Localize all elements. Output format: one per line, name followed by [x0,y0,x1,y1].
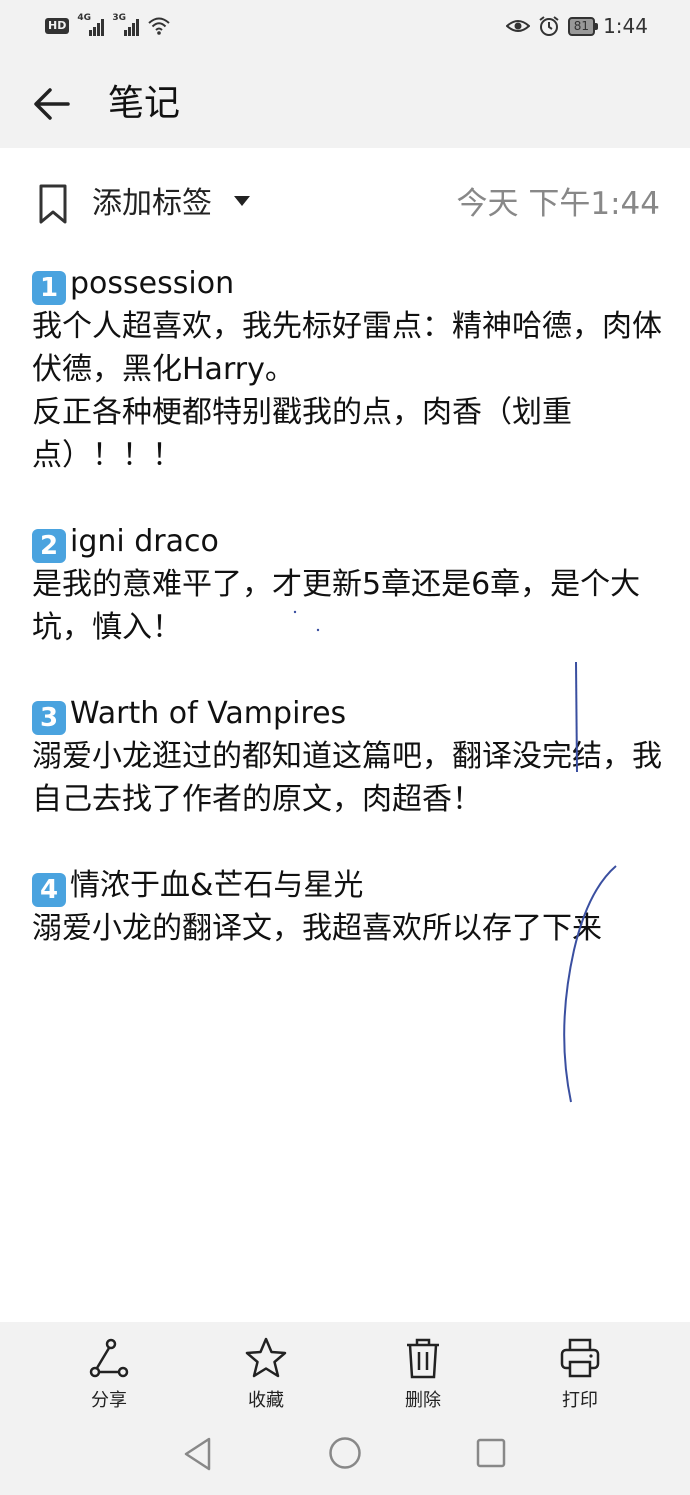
battery-indicator: 81 [567,16,599,36]
favorite-button[interactable]: 收藏 [216,1336,316,1412]
share-label: 分享 [91,1390,127,1411]
favorite-label: 收藏 [248,1390,284,1411]
number-badge: 4 [32,873,66,907]
share-button[interactable]: 分享 [59,1336,159,1412]
nav-home-icon[interactable] [328,1436,362,1470]
bookmark-icon[interactable] [36,182,70,226]
delete-button[interactable]: 删除 [373,1336,473,1412]
section-title: Warth of Vampires [70,696,347,731]
section-title: 情浓于血&芒石与星光 [70,868,364,903]
star-icon [245,1337,287,1378]
note-paragraph: 是我的意难平了，才更新5章还是6章，是个大坑，慎入！ [32,567,641,645]
trash-icon [407,1338,439,1379]
note-paragraph: 溺爱小龙的翻译文，我超喜欢所以存了下来 [32,911,602,946]
section-heading-4: 4 情浓于血&芒石与星光 [32,864,662,907]
delete-label: 删除 [405,1390,441,1411]
number-badge: 1 [32,271,66,305]
back-button[interactable] [28,80,76,128]
status-bar: HD 4G 3G 81 1:44 [0,0,690,60]
page-title: 笔记 [108,83,181,124]
nav-recents-icon[interactable] [476,1438,506,1468]
section-heading-2: 2 igni draco [32,520,662,563]
note-timestamp: 今天 下午1:44 [456,186,660,222]
signal-icon-2: 3G [112,13,140,36]
note-meta: 添加标签 今天 下午1:44 [0,170,690,236]
chevron-down-icon[interactable] [234,196,250,206]
number-badge: 3 [32,701,66,735]
section-heading-3: 3 Warth of Vampires [32,692,662,735]
section-title: possession [70,266,235,301]
network-type-2: 3G [112,13,126,23]
signal-icon: 4G [77,13,105,36]
arrow-left-icon [34,88,70,120]
add-tag-button[interactable]: 添加标签 [92,184,212,224]
bottom-toolbar: 分享 收藏 删除 打印 [0,1322,690,1495]
hd-badge: HD [45,18,70,34]
print-label: 打印 [562,1390,598,1411]
section-heading-1: 1 possession [32,262,662,305]
note-paragraph: 反正各种梗都特别戳我的点，肉香（划重点）！！！ [32,395,572,473]
wifi-icon [148,17,171,35]
printer-icon [560,1338,600,1378]
nav-back-icon[interactable] [182,1436,214,1472]
note-paragraph: 我个人超喜欢，我先标好雷点：精神哈德，肉体伏德，黑化Harry。 [32,309,662,387]
print-button[interactable]: 打印 [530,1336,630,1412]
network-type-1: 4G [77,13,91,23]
note-paragraph: 溺爱小龙逛过的都知道这篇吧，翻译没完结，我自己去找了作者的原文，肉超香！ [32,739,662,817]
app-bar: 笔记 [0,60,690,148]
eye-icon [505,20,530,32]
number-badge: 2 [32,529,66,563]
share-icon [89,1338,129,1378]
note-body[interactable]: 1 possession 我个人超喜欢，我先标好雷点：精神哈德，肉体伏德，黑化Ha… [32,262,662,950]
section-title: igni draco [70,524,219,559]
alarm-icon [539,16,559,36]
system-nav-bar [0,1422,690,1495]
status-time: 1:44 [603,14,648,38]
